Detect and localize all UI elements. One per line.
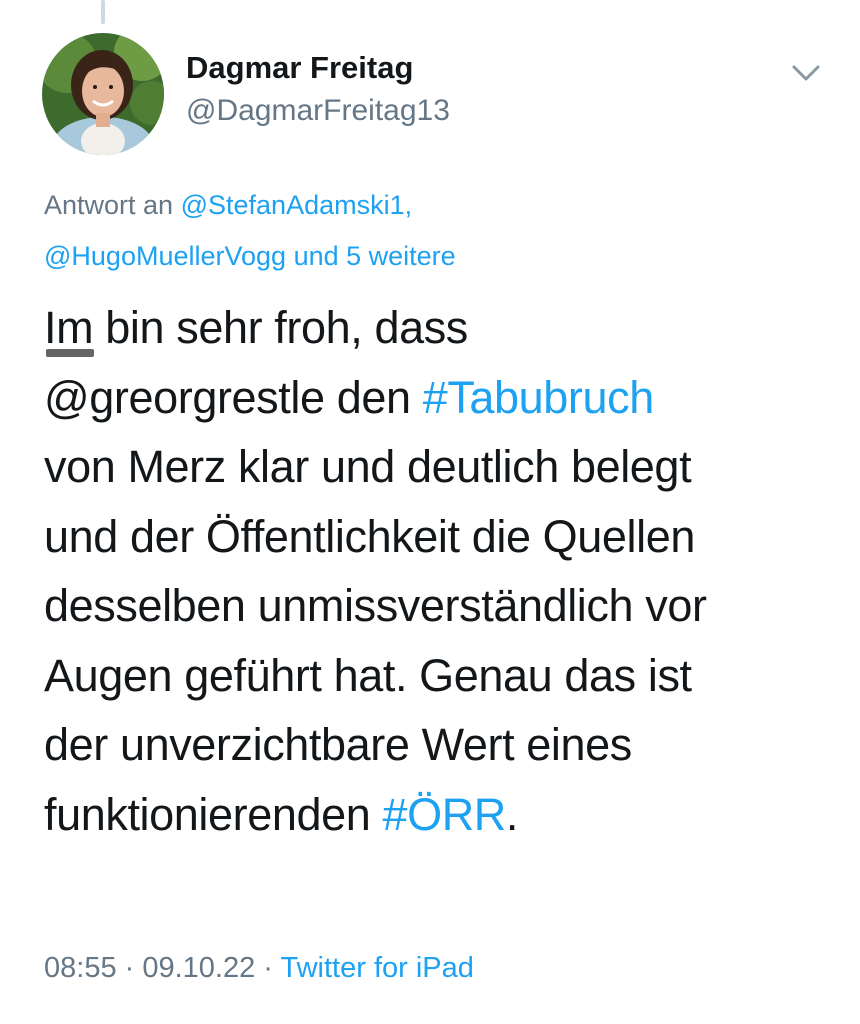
reply-mention-link[interactable]: @StefanAdamski1, <box>181 190 413 220</box>
tweet-text-line: desselben unmissverständlich vor <box>44 580 707 631</box>
mention-text: @greorgrestle <box>44 371 325 423</box>
tweet-time[interactable]: 08:55 <box>44 952 117 984</box>
tweet-card: Dagmar Freitag @DagmarFreitag13 Antwort … <box>0 0 860 1024</box>
tweet-source-link[interactable]: Twitter for iPad <box>281 952 474 984</box>
tweet-text-segment: . <box>505 788 519 840</box>
hashtag-link[interactable]: #Tabubruch <box>423 372 655 423</box>
chevron-down-icon[interactable] <box>786 58 826 88</box>
avatar[interactable] <box>42 33 164 155</box>
author-handle[interactable]: @DagmarFreitag13 <box>186 94 450 128</box>
tweet-text-segment: den <box>324 371 423 423</box>
author-display-name[interactable]: Dagmar Freitag <box>186 50 413 86</box>
tweet-text-line: und der Öffentlichkeit die Quellen <box>44 510 695 562</box>
tweet-meta: 08:55 · 09.10.22 · Twitter for iPad <box>44 952 474 985</box>
tweet-text-line: von Merz klar und deutlich belegt <box>44 441 692 492</box>
reply-mention-link[interactable]: @HugoMuellerVogg <box>44 241 286 271</box>
thread-connector-line <box>101 0 105 24</box>
meta-separator: · <box>116 952 143 984</box>
hashtag-link[interactable]: #ÖRR <box>382 789 506 840</box>
reply-context: Antwort an @StefanAdamski1, @HugoMueller… <box>44 180 824 282</box>
underline-marker <box>46 349 94 357</box>
reply-others-link[interactable]: und 5 weitere <box>294 241 456 271</box>
tweet-date[interactable]: 09.10.22 <box>142 952 255 984</box>
reply-prefix: Antwort an <box>44 190 174 220</box>
tweet-text-line: der unverzichtbare Wert eines <box>44 719 632 770</box>
tweet-body: Im bin sehr froh, dass @greorgrestle den… <box>44 293 844 849</box>
tweet-first-word: Im <box>44 293 94 363</box>
meta-separator: · <box>255 952 281 984</box>
tweet-text-segment: bin sehr froh, dass <box>93 302 468 353</box>
tweet-text-segment: funktionierenden <box>44 788 383 840</box>
tweet-text-line: Augen geführt hat. Genau das ist <box>44 649 692 701</box>
